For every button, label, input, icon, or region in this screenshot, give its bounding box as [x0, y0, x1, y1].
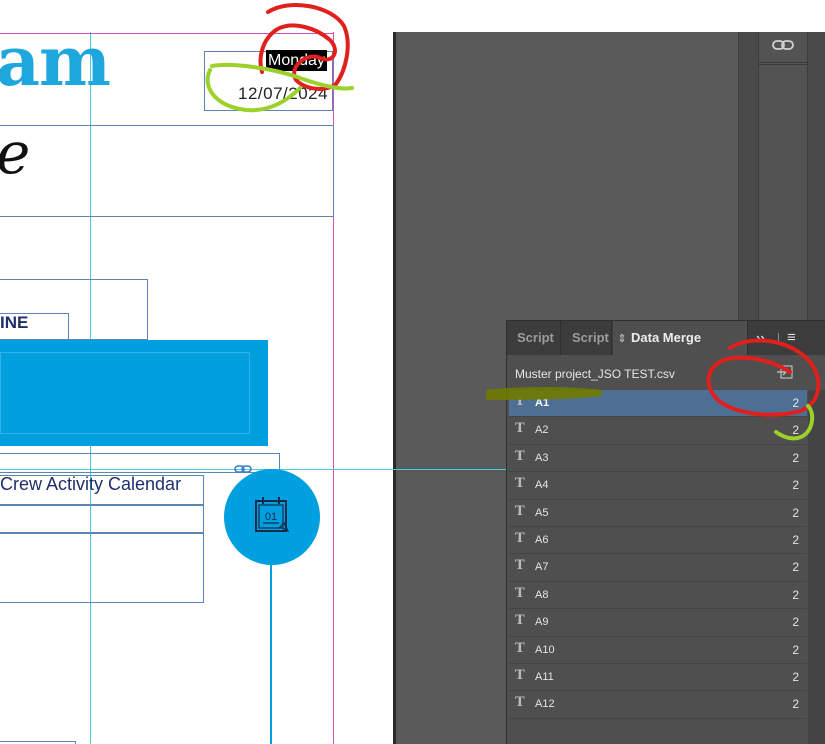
field-value: 2 [792, 642, 799, 657]
text-field-icon: T [515, 476, 525, 492]
blue-banner-frame [0, 352, 250, 434]
field-list: T A1 2 T A2 2 T A3 2 T A4 2 T A5 2 T A6 2 T A7 2 T A8 2 … [509, 390, 807, 719]
field-row[interactable]: T A11 2 [509, 664, 807, 692]
panel-tab-bar: Script Script ⇕ Data Merge ›› ≡ [507, 321, 825, 355]
field-row[interactable]: T A4 2 [509, 472, 807, 500]
tab-data-merge[interactable]: ⇕ Data Merge [613, 321, 748, 355]
field-row[interactable]: T A1 2 [509, 390, 807, 418]
field-name: A1 [535, 397, 550, 409]
text-field-icon: T [515, 421, 525, 437]
headline-text: am [0, 22, 111, 102]
calendar-title: Crew Activity Calendar [0, 474, 182, 494]
text-frame-body[interactable] [0, 533, 204, 603]
text-field-icon: T [515, 448, 525, 464]
field-row[interactable]: T A5 2 [509, 500, 807, 527]
links-panel-button[interactable] [758, 32, 808, 63]
date-field[interactable]: 12/07/2024 [238, 84, 328, 104]
document-canvas[interactable]: am e Monday 12/07/2024 INE Crew Activity… [0, 0, 393, 744]
field-name: A6 [535, 533, 549, 546]
field-row[interactable]: T A12 2 [509, 691, 807, 719]
field-value: 2 [792, 669, 799, 684]
field-name: A10 [535, 643, 555, 656]
day-field[interactable]: Monday [266, 50, 327, 71]
field-row[interactable]: T A7 2 [509, 554, 807, 582]
text-field-icon: T [515, 558, 525, 574]
field-value: 2 [792, 396, 799, 410]
calendar-icon-number: 01 [265, 511, 277, 523]
top-area [393, 0, 825, 32]
timeline-line [270, 565, 272, 744]
text-field-icon: T [515, 640, 525, 656]
field-value: 2 [792, 505, 799, 520]
field-name: A12 [535, 698, 555, 711]
field-name: A7 [535, 561, 549, 574]
text-field-icon: T [515, 667, 525, 683]
tab-script-1[interactable]: Script [507, 321, 561, 355]
tab-updown-icon: ⇕ [617, 333, 627, 345]
field-name: A9 [535, 616, 549, 629]
data-source-row: Muster project_JSO TEST.csv [507, 363, 807, 387]
field-name: A3 [535, 451, 549, 464]
field-name: A4 [535, 479, 549, 492]
data-merge-panel: Script Script ⇕ Data Merge ›› ≡ Muster pr… [506, 320, 825, 744]
text-field-icon: T [515, 394, 525, 409]
text-field-icon: T [515, 585, 525, 601]
field-name: A11 [535, 670, 554, 683]
hamburger-menu-icon[interactable]: ≡ [787, 321, 796, 355]
field-value: 2 [792, 423, 799, 438]
field-value: 2 [792, 478, 799, 493]
tab-data-merge-label: Data Merge [631, 330, 702, 345]
calendar-badge: 01 [224, 469, 320, 565]
script-text: e [0, 124, 30, 182]
field-row[interactable]: T A10 2 [509, 637, 807, 664]
field-value: 2 [792, 697, 799, 712]
field-name: A8 [535, 588, 549, 601]
text-field-icon: T [515, 503, 525, 519]
update-data-source-icon[interactable] [777, 365, 793, 382]
text-field-icon: T [515, 695, 525, 711]
calendar-icon: 01 [250, 493, 294, 542]
section-label: INE [0, 313, 29, 332]
field-row[interactable]: T A9 2 [509, 609, 807, 637]
field-name: A2 [535, 424, 549, 437]
horizontal-guide-pasteboard [393, 469, 506, 470]
field-value: 2 [792, 532, 799, 547]
field-row[interactable]: T A6 2 [509, 527, 807, 555]
field-row[interactable]: T A2 2 [509, 417, 807, 445]
panel-scrollbar[interactable] [808, 390, 825, 744]
field-row[interactable]: T A8 2 [509, 582, 807, 610]
text-frame-sub[interactable] [0, 505, 204, 533]
tab-script-2[interactable]: Script [562, 321, 612, 355]
link-icon [772, 38, 794, 56]
dock-column [758, 32, 808, 320]
data-source-name: Muster project_JSO TEST.csv [515, 367, 675, 381]
dock-separator [758, 64, 808, 65]
text-field-icon: T [515, 613, 525, 629]
field-value: 2 [792, 615, 799, 630]
tab-separator [778, 333, 779, 345]
text-frame-script[interactable] [0, 125, 334, 217]
field-row[interactable]: T A3 2 [509, 445, 807, 473]
field-name: A5 [535, 506, 549, 519]
text-field-icon: T [515, 530, 525, 546]
field-value: 2 [792, 560, 799, 575]
field-value: 2 [792, 450, 799, 465]
double-chevron-right-icon[interactable]: ›› [756, 321, 765, 355]
field-value: 2 [792, 587, 799, 602]
